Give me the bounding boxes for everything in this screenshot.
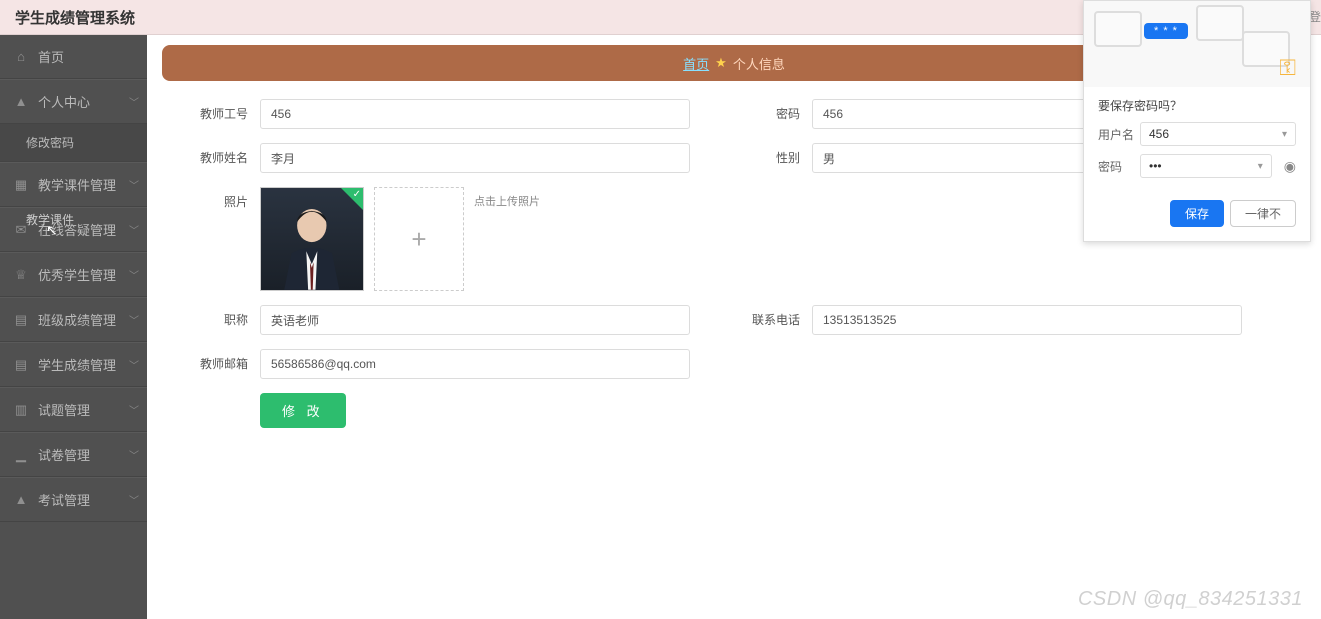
sidebar-item-exam[interactable]: ▲ 考试管理 ﹀ [0,477,147,522]
popup-pwd-label: 密码 [1098,158,1140,175]
label-photo: 照片 [182,187,260,217]
avatar-illustration [271,198,353,290]
trophy-icon: ♕ [14,268,28,282]
sidebar: ⌂ 首页 ▲ 个人中心 ﹀ 修改密码 ▦ 教学课件管理 ﹀ 教学课件 ↖ ✉ 在… [0,35,147,619]
chevron-down-icon: ﹀ [129,492,139,507]
popup-prompt: 要保存密码吗？ [1098,97,1296,114]
chevron-down-icon: ﹀ [129,177,139,192]
bars-icon: ▁ [14,448,28,462]
sidebar-item-label: 试题管理 [38,400,90,419]
sidebar-item-student-score[interactable]: ▤ 学生成绩管理 ﹀ [0,342,147,387]
popup-pwd-value: ••• [1149,159,1162,173]
label-title: 职称 [182,305,260,335]
save-password-popup: * * * ⚿ 要保存密码吗？ 用户名 456 ▾ 密码 ••• ▾ ◉ 保存 … [1083,0,1311,242]
home-icon: ⌂ [14,50,28,64]
label-phone: 联系电话 [734,305,812,335]
popup-user-field[interactable]: 456 ▾ [1140,122,1296,146]
popup-pwd-field[interactable]: ••• ▾ [1140,154,1272,178]
file-icon: ▥ [14,403,28,417]
sidebar-item-personal[interactable]: ▲ 个人中心 ﹀ [0,79,147,124]
user-icon: ▲ [14,95,28,109]
sidebar-sub-label: 修改密码 [26,136,74,150]
input-phone[interactable] [812,305,1242,335]
sidebar-item-label: 首页 [38,47,64,66]
flag-icon: ▤ [14,313,28,327]
chevron-down-icon: ﹀ [129,447,139,462]
sidebar-item-courseware[interactable]: ▦ 教学课件管理 ﹀ [0,162,147,207]
key-icon: ⚿ [1279,55,1296,81]
chevron-down-icon: ﹀ [129,312,139,327]
app-title: 学生成绩管理系统 [15,7,135,28]
label-password: 密码 [734,99,812,129]
illus-box-icon [1094,11,1142,47]
select-gender-value: 男 [823,150,835,167]
sidebar-item-papers[interactable]: ▁ 试卷管理 ﹀ [0,432,147,477]
popup-illustration: * * * ⚿ [1084,1,1310,87]
label-teacher-id: 教师工号 [182,99,260,129]
sidebar-item-label: 学生成绩管理 [38,355,116,374]
sidebar-sub-courseware[interactable]: 教学课件 [26,211,74,228]
password-chip: * * * [1144,23,1188,39]
chevron-down-icon: ﹀ [129,267,139,282]
eye-icon[interactable]: ◉ [1284,158,1296,175]
chevron-down-icon: ﹀ [129,222,139,237]
popup-user-label: 用户名 [1098,126,1140,143]
sidebar-item-qa[interactable]: 教学课件 ↖ ✉ 在线答疑管理 ﹀ [0,207,147,252]
label-teacher-name: 教师姓名 [182,143,260,173]
photo-add-button[interactable]: + [374,187,464,291]
submit-button[interactable]: 修 改 [260,393,346,428]
sidebar-item-home[interactable]: ⌂ 首页 [0,35,147,79]
chevron-down-icon: ﹀ [129,357,139,372]
chevron-down-icon[interactable]: ▾ [1282,129,1287,140]
sidebar-item-label: 优秀学生管理 [38,265,116,284]
popup-user-value: 456 [1149,127,1169,141]
sidebar-item-questions[interactable]: ▥ 试题管理 ﹀ [0,387,147,432]
upload-hint: 点击上传照片 [474,193,540,291]
plus-icon: + [411,224,426,255]
sidebar-sub-change-password[interactable]: 修改密码 [0,124,147,162]
sidebar-item-label: 个人中心 [38,92,90,111]
label-gender: 性别 [734,143,812,173]
input-teacher-name[interactable] [260,143,690,173]
chevron-down-icon: ﹀ [129,402,139,417]
check-icon: ✓ [353,189,361,200]
photo-thumbnail[interactable]: ✓ [260,187,364,291]
breadcrumb-home-link[interactable]: 首页 [683,54,709,73]
input-title[interactable] [260,305,690,335]
watermark-text: CSDN @qq_834251331 [1078,588,1303,611]
star-icon: ★ [715,55,727,71]
popup-save-button[interactable]: 保存 [1170,200,1224,227]
breadcrumb-current: 个人信息 [733,54,785,73]
sidebar-item-label: 考试管理 [38,490,90,509]
sidebar-item-label: 班级成绩管理 [38,310,116,329]
input-email[interactable] [260,349,690,379]
sidebar-item-label: 教学课件管理 [38,175,116,194]
sidebar-item-label: 试卷管理 [38,445,90,464]
popup-never-button[interactable]: 一律不 [1230,200,1296,227]
input-teacher-id[interactable] [260,99,690,129]
sidebar-item-class-score[interactable]: ▤ 班级成绩管理 ﹀ [0,297,147,342]
grid-icon: ▦ [14,178,28,192]
illus-box-icon [1196,5,1244,41]
list-icon: ▤ [14,358,28,372]
chevron-down-icon: ﹀ [129,94,139,109]
chevron-down-icon[interactable]: ▾ [1258,161,1263,172]
label-email: 教师邮箱 [182,349,260,379]
user-icon: ▲ [14,493,28,507]
sidebar-item-excellent[interactable]: ♕ 优秀学生管理 ﹀ [0,252,147,297]
